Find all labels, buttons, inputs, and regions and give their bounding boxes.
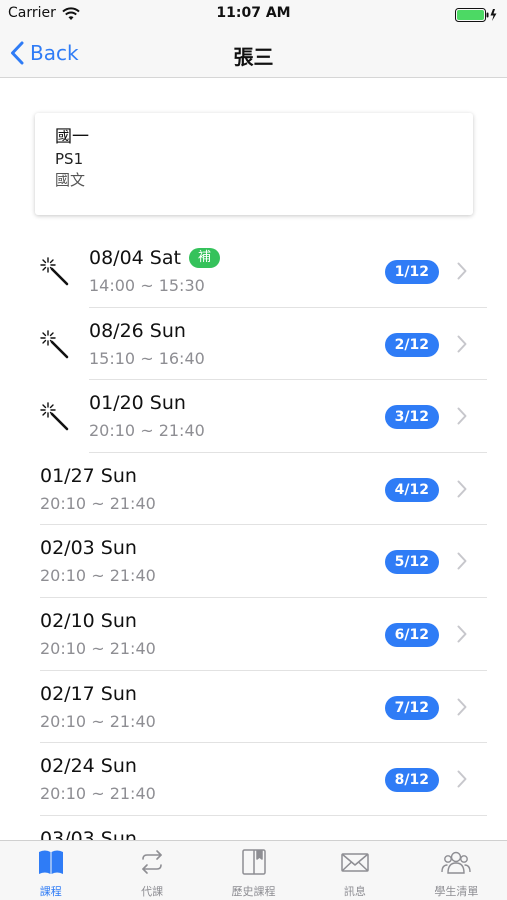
course-subject: 國文: [55, 171, 86, 189]
lesson-date: 01/20 Sun: [89, 392, 186, 415]
lesson-count-badge: 6/12: [384, 622, 439, 647]
tab-student-list[interactable]: 學生清單: [406, 841, 507, 900]
lesson-date: 02/17 Sun: [40, 682, 137, 705]
clock: 11:07 AM: [216, 5, 291, 21]
chevron-right-icon: [457, 335, 467, 357]
lesson-time: 20:10 ~ 21:40: [89, 421, 205, 441]
bookmark-book-icon: [239, 848, 269, 880]
lesson-date: 03/03 Sun: [40, 827, 137, 840]
lesson-row[interactable]: 02/03 Sun 20:10 ~ 21:40 5/12: [0, 525, 507, 598]
chevron-right-icon: [457, 262, 467, 284]
lesson-row[interactable]: 02/10 Sun 20:10 ~ 21:40 6/12: [0, 598, 507, 671]
magic-wand-icon: [40, 257, 70, 287]
tab-label: 課程: [39, 885, 62, 898]
lesson-count-badge: 1/12: [384, 260, 439, 284]
lesson-date: 02/24 Sun: [40, 755, 137, 778]
lesson-count-badge: 3/12: [384, 405, 439, 430]
main-content[interactable]: 國一 PS1 國文 08/04 Sat 補 14:00 ~ 15:30 1/12 08/…: [0, 79, 507, 840]
lesson-row[interactable]: 01/20 Sun 20:10 ~ 21:40 3/12: [0, 380, 507, 453]
lesson-count-badge: 8/12: [384, 768, 439, 793]
tab-label: 代課: [141, 885, 164, 898]
lesson-time: 20:10 ~ 21:40: [40, 711, 156, 731]
people-icon: [441, 848, 472, 880]
lesson-row[interactable]: 02/17 Sun 20:10 ~ 21:40 7/12: [0, 671, 507, 744]
lesson-row[interactable]: 08/04 Sat 補 14:00 ~ 15:30 1/12: [0, 235, 507, 308]
lesson-count-badge: 7/12: [384, 695, 439, 720]
tab-messages[interactable]: 訊息: [304, 841, 405, 900]
chevron-right-icon: [457, 480, 467, 502]
lesson-row[interactable]: 08/26 Sun 15:10 ~ 16:40 2/12: [0, 308, 507, 381]
lesson-time: 20:10 ~ 21:40: [40, 566, 156, 586]
navigation-bar: Back 張三: [0, 28, 507, 78]
swap-icon: [137, 848, 167, 880]
battery-icon: [455, 7, 499, 22]
chevron-right-icon: [457, 407, 467, 429]
envelope-icon: [340, 848, 370, 880]
makeup-badge: 補: [188, 248, 220, 268]
book-icon: [36, 848, 66, 880]
tab-label: 學生清單: [434, 885, 479, 898]
chevron-right-icon: [457, 770, 467, 792]
lesson-count-badge: 5/12: [384, 550, 439, 575]
lesson-time: 15:10 ~ 16:40: [89, 348, 205, 368]
course-class-code: PS1: [55, 150, 84, 168]
chevron-right-icon: [457, 698, 467, 720]
magic-wand-icon: [40, 329, 70, 360]
course-grade: 國一: [55, 127, 89, 147]
course-info-card: 國一 PS1 國文: [35, 113, 473, 215]
lesson-date: 02/10 Sun: [40, 609, 137, 632]
lesson-row[interactable]: 02/24 Sun 20:10 ~ 21:40 8/12: [0, 743, 507, 816]
lesson-date: 08/26 Sun: [89, 319, 186, 342]
lesson-date: 02/03 Sun: [40, 537, 137, 560]
lesson-row[interactable]: 03/03 Sun20:10 ~ 21:409/12: [0, 816, 507, 840]
tab-bar: 課程 代課 歷史課程 訊息 學生清單: [0, 840, 507, 900]
magic-wand-icon: [40, 402, 70, 432]
tab-label: 訊息: [343, 885, 366, 898]
tab-label: 歷史課程: [231, 885, 276, 898]
lesson-list: 08/04 Sat 補 14:00 ~ 15:30 1/12 08/26 Sun 15:1…: [0, 235, 507, 840]
lesson-date: 08/04 Sat: [89, 247, 181, 269]
lesson-time: 20:10 ~ 21:40: [40, 784, 156, 804]
status-bar: Carrier 11:07 AM: [0, 0, 507, 28]
chevron-right-icon: [457, 625, 467, 647]
tab-courses[interactable]: 課程: [0, 841, 101, 900]
tab-substitute[interactable]: 代課: [101, 841, 202, 900]
lesson-row[interactable]: 01/27 Sun 20:10 ~ 21:40 4/12: [0, 453, 507, 526]
lesson-count-badge: 2/12: [384, 332, 439, 357]
lesson-date: 01/27 Sun: [40, 464, 137, 487]
lesson-time: 20:10 ~ 21:40: [40, 493, 156, 513]
lesson-count-badge: 4/12: [384, 477, 439, 502]
tab-history-courses[interactable]: 歷史課程: [203, 841, 304, 900]
lesson-time: 14:00 ~ 15:30: [89, 276, 205, 295]
chevron-right-icon: [457, 552, 467, 574]
page-title: 張三: [233, 45, 274, 69]
lesson-time: 20:10 ~ 21:40: [40, 638, 156, 658]
